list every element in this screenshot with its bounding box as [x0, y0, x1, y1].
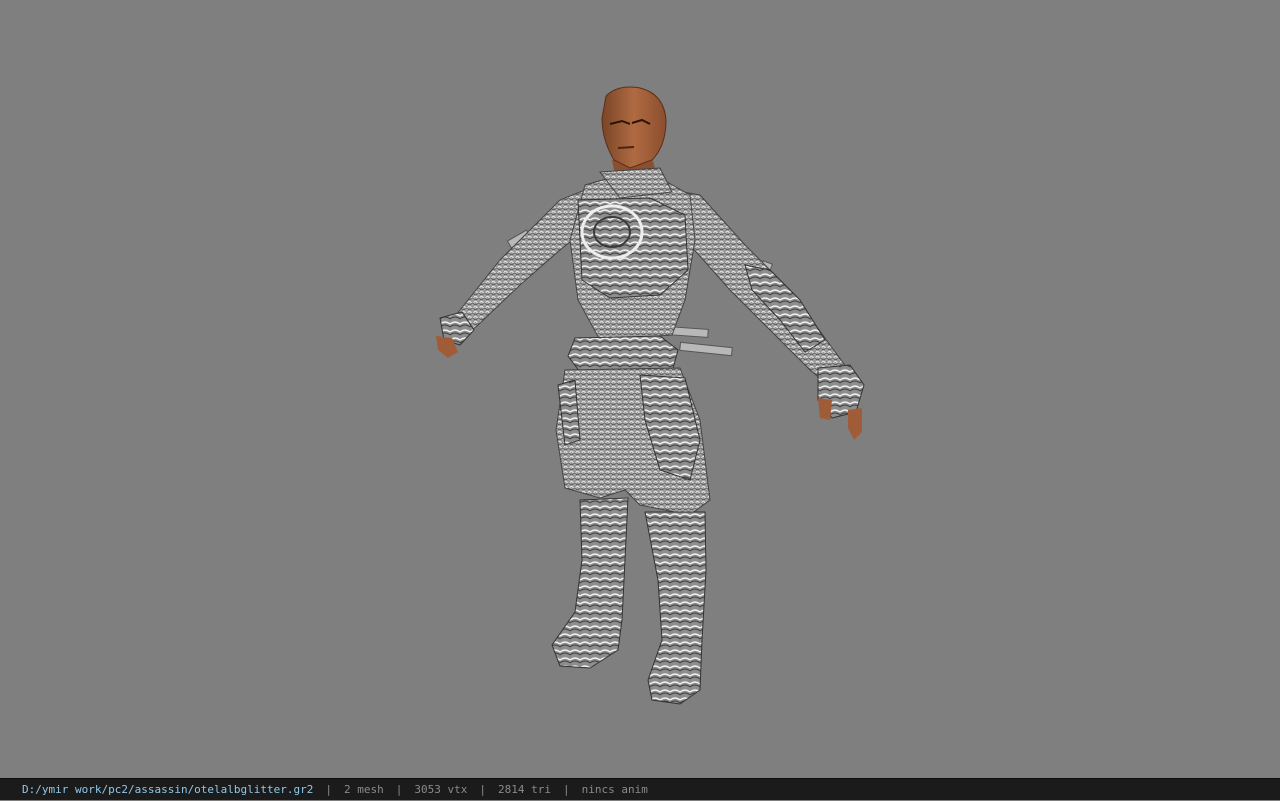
mesh-count: 2 mesh: [344, 782, 384, 796]
belt: [567, 335, 679, 373]
status-bar: D:/ymir work/pc2/assassin/otelalbglitter…: [0, 778, 1280, 800]
separator: |: [479, 782, 487, 796]
triangle-count: 2814 tri: [498, 782, 551, 796]
head: [601, 86, 667, 169]
animation-status: nincs anim: [581, 782, 648, 796]
right-boot: [644, 511, 707, 705]
right-hand: [848, 408, 862, 440]
left-boot: [551, 497, 629, 669]
separator: |: [395, 782, 403, 796]
left-arm: [447, 189, 586, 339]
character-model: [436, 86, 865, 705]
separator: |: [563, 782, 570, 796]
separator: |: [325, 782, 333, 796]
file-path: D:/ymir work/pc2/assassin/otelalbglitter…: [22, 782, 314, 796]
3d-viewport[interactable]: [0, 0, 1280, 778]
vertex-count: 3053 vtx: [414, 782, 468, 796]
